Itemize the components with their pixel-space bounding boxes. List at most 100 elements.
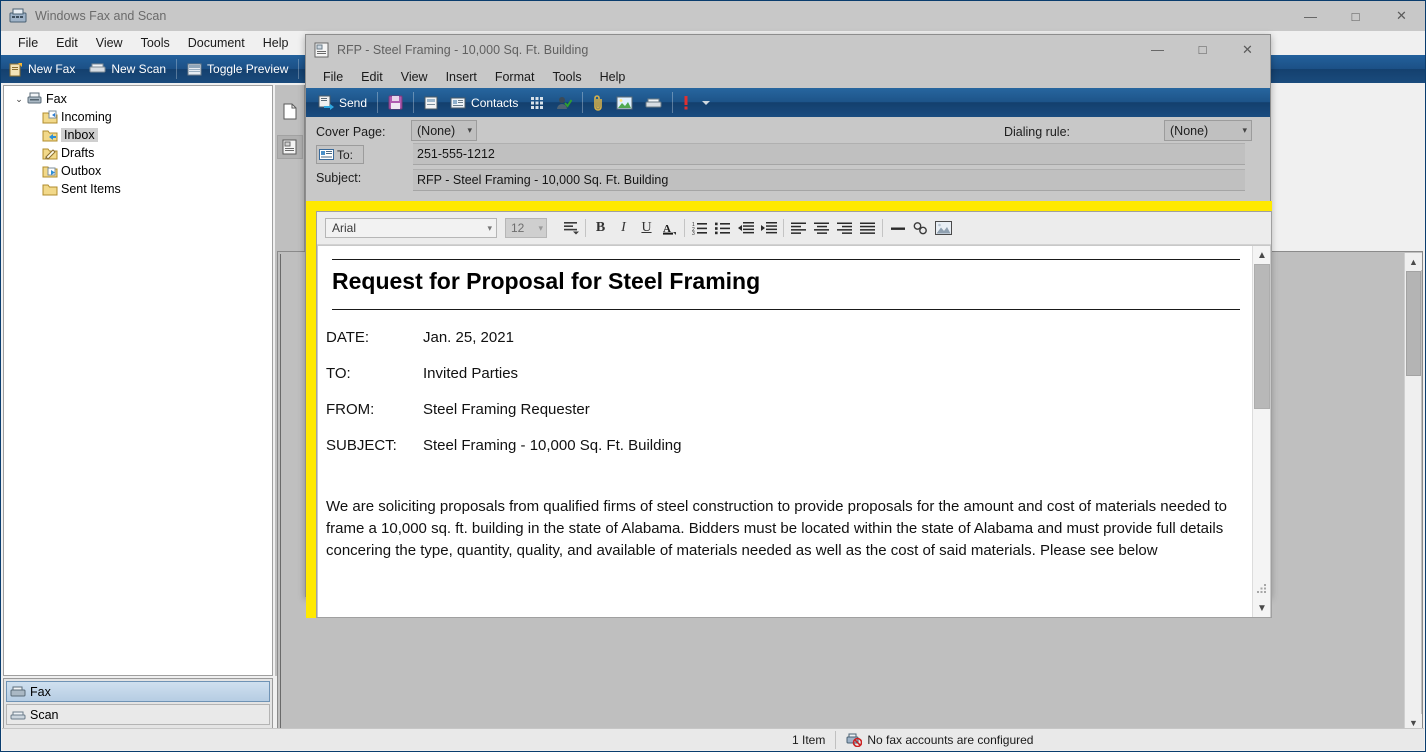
compose-menu-tools[interactable]: Tools bbox=[543, 68, 590, 86]
horizontal-rule-icon[interactable] bbox=[886, 217, 909, 239]
drafts-folder-icon bbox=[42, 146, 58, 160]
new-fax-button[interactable]: New Fax bbox=[1, 56, 82, 82]
italic-icon[interactable]: I bbox=[612, 217, 635, 239]
editor-scrollbar-thumb[interactable] bbox=[1254, 264, 1270, 409]
new-fax-icon bbox=[8, 62, 23, 77]
minimize-button[interactable]: — bbox=[1288, 1, 1333, 31]
tree-root-fax[interactable]: ⌄ Fax bbox=[4, 90, 272, 108]
to-input[interactable] bbox=[413, 143, 1245, 165]
attach-file-button[interactable] bbox=[587, 89, 610, 116]
insert-picture-button[interactable] bbox=[610, 89, 639, 116]
address-book-button[interactable] bbox=[418, 89, 444, 116]
menu-file[interactable]: File bbox=[9, 33, 47, 53]
compose-toolbar-sep-2 bbox=[413, 92, 415, 113]
compose-menu-insert[interactable]: Insert bbox=[437, 68, 486, 86]
close-button[interactable]: ✕ bbox=[1378, 1, 1425, 31]
svg-text:3: 3 bbox=[692, 231, 695, 235]
chevron-down-icon[interactable]: ⌄ bbox=[12, 94, 26, 105]
compose-menu-file[interactable]: File bbox=[314, 68, 352, 86]
folder-tree[interactable]: ⌄ Fax Incoming Inbox Drafts Outbox Sent … bbox=[3, 85, 273, 676]
editor-scroll-down-icon[interactable]: ▼ bbox=[1253, 599, 1271, 617]
compose-menu-format[interactable]: Format bbox=[486, 68, 544, 86]
cover-page-select[interactable]: (None) ▾ bbox=[411, 120, 477, 141]
send-label: Send bbox=[339, 95, 368, 110]
chevron-down-icon bbox=[701, 99, 711, 107]
preview-scrollbar-thumb[interactable] bbox=[1406, 271, 1421, 376]
subject-label: Subject: bbox=[316, 171, 362, 185]
sidebar-item-drafts[interactable]: Drafts bbox=[4, 144, 272, 162]
insert-link-icon[interactable] bbox=[909, 217, 932, 239]
toolbar-separator-2 bbox=[298, 59, 300, 79]
paragraph-direction-icon[interactable] bbox=[559, 217, 582, 239]
check-names-button[interactable] bbox=[550, 89, 578, 116]
dial-pad-button[interactable] bbox=[524, 89, 550, 116]
bulleted-list-icon[interactable] bbox=[711, 217, 734, 239]
scroll-up-icon[interactable]: ▲ bbox=[1405, 253, 1422, 270]
menu-tools[interactable]: Tools bbox=[132, 33, 179, 53]
editor-sep-1 bbox=[585, 219, 586, 237]
toggle-preview-button[interactable]: Toggle Preview bbox=[180, 56, 295, 82]
increase-indent-icon[interactable] bbox=[757, 217, 780, 239]
sidebar-item-label: Incoming bbox=[61, 110, 112, 124]
editor-sep-4 bbox=[882, 219, 883, 237]
compose-toolbar-sep-1 bbox=[377, 92, 379, 113]
bold-icon[interactable]: B bbox=[589, 217, 612, 239]
editor-scrollbar[interactable]: ▲ ▼ bbox=[1252, 246, 1270, 617]
priority-dropdown-button[interactable] bbox=[695, 89, 717, 116]
menu-view[interactable]: View bbox=[87, 33, 132, 53]
decrease-indent-icon[interactable] bbox=[734, 217, 757, 239]
sidebar-item-incoming[interactable]: Incoming bbox=[4, 108, 272, 126]
compose-menu-edit[interactable]: Edit bbox=[352, 68, 392, 86]
sidebar-item-sent-items[interactable]: Sent Items bbox=[4, 180, 272, 198]
navpane-fax[interactable]: Fax bbox=[6, 681, 270, 702]
preview-scrollbar[interactable]: ▲ ▼ bbox=[1404, 253, 1422, 730]
align-left-icon[interactable] bbox=[787, 217, 810, 239]
high-priority-button[interactable] bbox=[677, 89, 695, 116]
font-family-value: Arial bbox=[332, 221, 357, 235]
new-scan-button[interactable]: New Scan bbox=[82, 56, 173, 82]
sidebar-item-inbox[interactable]: Inbox bbox=[4, 126, 272, 144]
check-names-icon bbox=[556, 96, 573, 110]
new-scan-label: New Scan bbox=[111, 62, 167, 76]
compose-resize-grip[interactable] bbox=[1255, 582, 1267, 594]
align-right-icon[interactable] bbox=[833, 217, 856, 239]
new-document-icon[interactable] bbox=[277, 99, 303, 123]
compose-titlebar: RFP - Steel Framing - 10,000 Sq. Ft. Bui… bbox=[306, 35, 1270, 65]
numbered-list-icon[interactable]: 1 2 3 bbox=[688, 217, 711, 239]
menu-document[interactable]: Document bbox=[179, 33, 254, 53]
new-fax-label: New Fax bbox=[28, 62, 76, 76]
insert-from-scanner-button[interactable] bbox=[639, 89, 668, 116]
menu-edit[interactable]: Edit bbox=[47, 33, 87, 53]
underline-icon[interactable]: U bbox=[635, 217, 658, 239]
compose-menu-help[interactable]: Help bbox=[591, 68, 635, 86]
subject-input[interactable] bbox=[413, 169, 1245, 191]
sidebar-item-label: Drafts bbox=[61, 146, 95, 160]
dial-pad-icon bbox=[530, 96, 544, 110]
chevron-down-icon: ▾ bbox=[1242, 125, 1247, 135]
navpane-scan[interactable]: Scan bbox=[6, 704, 270, 725]
scan-pane-icon bbox=[10, 709, 26, 721]
toggle-preview-label: Toggle Preview bbox=[207, 62, 289, 76]
save-button[interactable] bbox=[382, 89, 409, 116]
to-picker-button[interactable]: To: bbox=[316, 145, 364, 164]
compose-maximize-button[interactable]: □ bbox=[1180, 35, 1225, 64]
font-size-select[interactable]: 12 ▾ bbox=[505, 218, 547, 238]
sidebar-item-outbox[interactable]: Outbox bbox=[4, 162, 272, 180]
send-icon bbox=[318, 95, 334, 110]
document-canvas[interactable]: Request for Proposal for Steel Framing D… bbox=[318, 246, 1254, 617]
compose-menu-view[interactable]: View bbox=[392, 68, 437, 86]
send-button[interactable]: Send bbox=[312, 89, 373, 116]
menu-help[interactable]: Help bbox=[254, 33, 298, 53]
maximize-button[interactable]: □ bbox=[1333, 1, 1378, 31]
contacts-button[interactable]: Contacts bbox=[444, 89, 524, 116]
font-color-icon[interactable]: A bbox=[658, 217, 681, 239]
editor-scroll-up-icon[interactable]: ▲ bbox=[1253, 246, 1271, 264]
dialing-rule-select[interactable]: (None) ▾ bbox=[1164, 120, 1252, 141]
compose-close-button[interactable]: ✕ bbox=[1225, 35, 1270, 64]
align-center-icon[interactable] bbox=[810, 217, 833, 239]
fax-item-icon[interactable] bbox=[276, 135, 303, 159]
align-justify-icon[interactable] bbox=[856, 217, 879, 239]
insert-image-icon[interactable] bbox=[932, 217, 955, 239]
compose-minimize-button[interactable]: — bbox=[1135, 35, 1180, 64]
font-family-select[interactable]: Arial ▾ bbox=[325, 218, 497, 238]
